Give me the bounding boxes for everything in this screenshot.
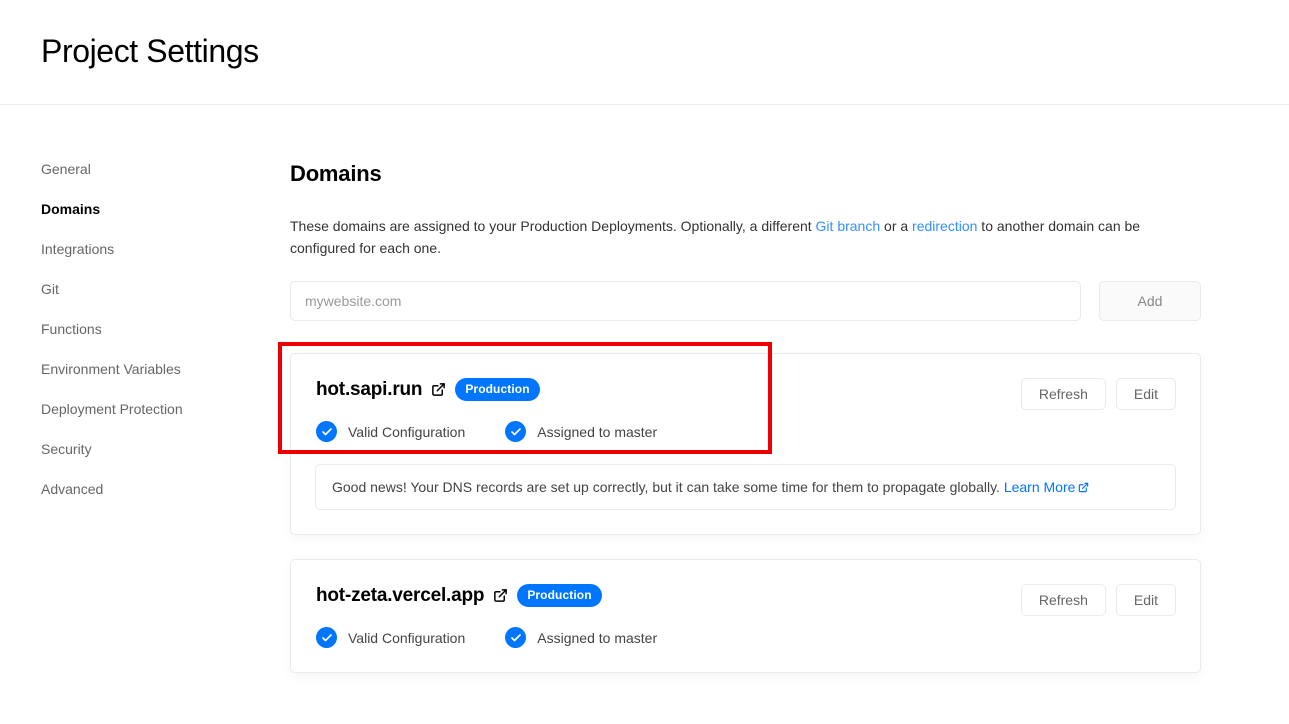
page-body: General Domains Integrations Git Functions En… [0,105,1289,697]
description-part-2: or a [880,218,913,234]
check-icon [505,627,527,648]
settings-sidebar: General Domains Integrations Git Functions En… [0,161,290,697]
sidebar-item-general[interactable]: General [41,161,290,177]
dns-notice: Good news! Your DNS records are set up c… [315,464,1176,510]
domain-status-row: Valid Configuration Assigned to master [316,421,657,442]
domain-card-info: hot-zeta.vercel.app Production Valid Confi… [315,584,657,648]
redirection-link[interactable]: redirection [912,218,977,234]
domain-card-header: hot-zeta.vercel.app Production Valid Confi… [315,584,1176,648]
environment-badge: Production [517,584,602,607]
description-part-1: These domains are assigned to your Produ… [290,218,816,234]
domain-card-header: hot.sapi.run Production Valid Configuratio… [315,378,1176,442]
domain-name-row: hot.sapi.run Production [316,378,657,401]
external-link-icon[interactable] [493,588,508,603]
section-title: Domains [290,161,382,186]
domain-card-actions: Refresh Edit [1020,584,1176,616]
sidebar-item-git[interactable]: Git [41,281,290,297]
main-content: Domains These domains are assigned to yo… [278,161,1250,697]
domain-name-row: hot-zeta.vercel.app Production [316,584,657,607]
page-title: Project Settings [41,33,259,70]
section-description: These domains are assigned to your Produ… [290,215,1201,259]
domain-status-label: Valid Configuration [348,423,466,440]
domain-status: Valid Configuration [316,421,465,442]
check-icon [316,627,337,648]
domain-status-label: Assigned to master [537,629,658,646]
sidebar-item-environment-variables[interactable]: Environment Variables [41,361,290,377]
domain-status: Valid Configuration [316,627,465,648]
domain-name[interactable]: hot.sapi.run [316,379,423,401]
sidebar-item-domains[interactable]: Domains [41,201,290,217]
external-link-icon[interactable] [431,382,446,397]
domain-status: Assigned to master [505,421,657,442]
domain-card-actions: Refresh Edit [1020,378,1176,410]
domain-card-info: hot.sapi.run Production Valid Configuratio… [315,378,657,442]
edit-button[interactable]: Edit [1115,584,1176,616]
domain-status-label: Valid Configuration [348,629,466,646]
domain-list: hot.sapi.run Production Valid Configuratio… [278,342,1201,673]
sidebar-item-functions[interactable]: Functions [41,321,290,337]
sidebar-item-integrations[interactable]: Integrations [41,241,290,257]
check-icon [316,421,337,442]
domain-input[interactable] [290,281,1081,321]
refresh-button[interactable]: Refresh [1020,584,1106,616]
domain-status: Assigned to master [505,627,657,648]
add-domain-button[interactable]: Add [1099,281,1201,321]
domain-name[interactable]: hot-zeta.vercel.app [316,585,485,607]
add-domain-row: Add [290,281,1201,321]
domain-status-row: Valid Configuration Assigned to master [316,627,657,648]
page-header: Project Settings [0,0,1289,105]
sidebar-item-security[interactable]: Security [41,441,290,457]
domain-card: hot-zeta.vercel.app Production Valid Confi… [290,559,1201,673]
sidebar-item-deployment-protection[interactable]: Deployment Protection [41,401,290,417]
domain-status-label: Assigned to master [537,423,658,440]
environment-badge: Production [455,378,540,401]
dns-notice-text: Good news! Your DNS records are set up c… [332,479,1004,495]
domain-card: hot.sapi.run Production Valid Configuratio… [278,342,1201,535]
refresh-button[interactable]: Refresh [1020,378,1106,410]
external-link-icon[interactable] [1078,479,1089,493]
git-branch-link[interactable]: Git branch [816,218,881,234]
edit-button[interactable]: Edit [1115,378,1176,410]
check-icon [505,421,527,442]
sidebar-item-advanced[interactable]: Advanced [41,481,290,497]
learn-more-link[interactable]: Learn More [1004,479,1076,495]
